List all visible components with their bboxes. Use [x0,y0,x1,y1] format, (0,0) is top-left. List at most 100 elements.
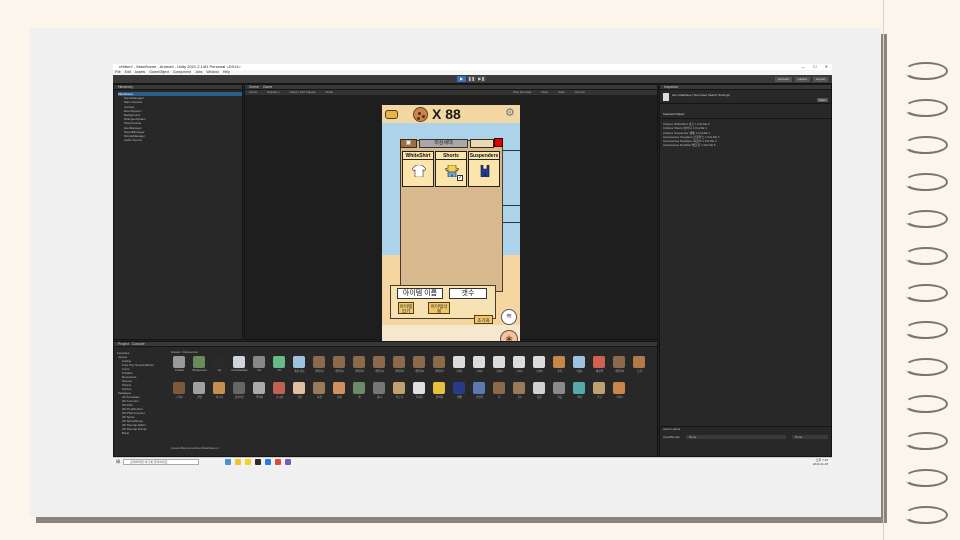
asset-item[interactable]: 신발 [291,382,308,402]
stats-toggle[interactable]: Stats [558,90,565,95]
get-item-button[interactable]: 아이템 얻기 [398,302,414,314]
asset-item[interactable]: 캐릭터7 [431,356,448,376]
asset-item[interactable]: 모자 [631,356,648,376]
settings-gear-icon[interactable]: ⚙ [505,108,515,119]
tab-console[interactable]: Console [132,342,145,346]
item-count-field[interactable]: 갯수 [449,288,487,299]
asset-item[interactable]: Aa [211,356,228,376]
asset-item[interactable]: 냥이1 [451,356,468,376]
asset-item[interactable]: 기둥 [551,382,568,402]
play-button[interactable]: ▶ [457,76,466,82]
tab-brown[interactable]: ▣ [400,139,417,148]
delete-item-button[interactable]: 아이템삭 제 [428,302,450,314]
asset-item[interactable]: 쿠키2 [611,382,628,402]
tab-scene[interactable]: Scene [249,85,259,89]
equipped-checkbox[interactable]: ✓ [457,175,463,181]
tab-game[interactable]: Game [263,85,273,89]
asset-item[interactable]: 가구 [591,382,608,402]
asset-item[interactable]: 물통 [331,382,348,402]
account-dropdown[interactable]: Account [775,77,792,82]
asset-item[interactable]: 배경 하늘 [291,356,308,376]
layout-dropdown[interactable]: Layout [812,77,828,82]
asset-item[interactable]: 멜빵 [451,382,468,402]
layers-dropdown[interactable]: Layers [794,77,810,82]
asset-item[interactable]: btn [271,356,288,376]
game-dropdown[interactable]: Game [249,90,257,95]
asset-item[interactable]: 톱니 [371,382,388,402]
project-breadcrumb[interactable]: Assets > Resources [171,350,198,354]
asset-item[interactable]: 모자2 [171,382,188,402]
unity-icon[interactable] [255,459,261,465]
hierarchy-item[interactable]: Audio Source [118,138,242,142]
wave-icon[interactable]: ≋ [501,309,517,325]
item-slot-shorts[interactable]: Shorts ✓ [435,151,467,187]
asset-item[interactable]: 캐릭터3 [351,356,368,376]
item-slot-suspenders[interactable]: Suspenders [468,151,500,187]
asset-item[interactable]: bar [251,356,268,376]
asset-thumbnail-icon [353,382,365,394]
asset-item[interactable]: 배경색 [591,356,608,376]
play-focused-dropdown[interactable]: Play Focused [513,90,531,95]
asset-item[interactable]: 바구니 [211,382,228,402]
asset-item[interactable]: 넥타이 [251,382,268,402]
taskbar-search[interactable]: 검색하려면 여기에 입력하세요. [123,459,199,465]
assetbundle-dropdown[interactable]: None [686,435,786,440]
asset-item[interactable]: 쿠키 [551,356,568,376]
kakaotalk-icon[interactable] [245,459,251,465]
asset-item[interactable]: 티셔츠 [411,382,428,402]
asset-item[interactable]: Background [191,356,208,376]
step-button[interactable]: ▶❚ [477,76,486,82]
asset-item[interactable]: 캐릭터5 [391,356,408,376]
asset-item[interactable]: ItemDatabase [231,356,248,376]
asset-item[interactable]: 캐릭터6 [411,356,428,376]
asset-item[interactable]: 장갑 [311,382,328,402]
mute-toggle[interactable]: Mute [541,90,548,95]
folder-item[interactable]: Burst [117,431,169,435]
asset-item[interactable]: 냥이5 [531,356,548,376]
asset-item[interactable]: 가방 [191,382,208,402]
asset-item[interactable]: 문 [491,382,508,402]
asset-item[interactable]: 목도리 [391,382,408,402]
asset-item[interactable]: 소시지 [271,382,288,402]
windows-start-icon[interactable]: ⊞ [116,459,120,465]
asset-thumbnail-icon [173,356,185,368]
asset-item[interactable]: 캐릭터2 [331,356,348,376]
variant-dropdown[interactable]: None [792,435,828,440]
gizmos-toggle[interactable]: Gizmos [575,90,585,95]
reset-button[interactable]: 초기화 [474,315,493,324]
asset-item[interactable]: 캔 [351,382,368,402]
tab-clothes[interactable]: 의상세대 [419,139,468,148]
scale-slider[interactable]: Scale [326,90,334,95]
chrome-icon[interactable] [275,459,281,465]
asset-thumbnail-icon [493,356,505,368]
open-button[interactable]: Open [816,98,828,102]
binder-ring [904,432,950,454]
asset-item[interactable]: 냥이3 [491,356,508,376]
item-name-field[interactable]: 아이템 이름 [397,288,443,299]
asset-item[interactable]: 창문 [531,382,548,402]
display-dropdown[interactable]: Display 1 [267,90,279,95]
vscode-icon[interactable] [265,459,271,465]
bee-icon[interactable] [385,110,398,119]
asset-item[interactable]: 의상1 [571,356,588,376]
close-red-button[interactable] [494,138,503,147]
asset-item[interactable]: 캐릭터8 [611,356,628,376]
tab-project[interactable]: Project [118,342,129,346]
asset-item[interactable]: 냥이2 [471,356,488,376]
asset-item[interactable]: 캐릭터4 [371,356,388,376]
tab-accessories[interactable] [470,139,494,148]
asset-item[interactable]: 액자 [571,382,588,402]
asset-item[interactable]: 반바지 [431,382,448,402]
pause-button[interactable]: ❚❚ [467,76,476,82]
file-explorer-icon[interactable] [235,459,241,465]
asset-item[interactable]: 캐릭터1 [311,356,328,376]
app-icon[interactable] [285,459,291,465]
asset-item[interactable]: 문2 [511,382,528,402]
task-view-icon[interactable] [225,459,231,465]
asset-item[interactable]: 선글라스 [231,382,248,402]
asset-item[interactable]: Prefabs [171,356,188,376]
asset-item[interactable]: 냥이4 [511,356,528,376]
item-slot-whiteshirt[interactable]: WhiteShirt [402,151,434,187]
asset-item[interactable]: 수영복 [471,382,488,402]
resolution-dropdown[interactable]: Galaxy S10 Square [290,90,316,95]
